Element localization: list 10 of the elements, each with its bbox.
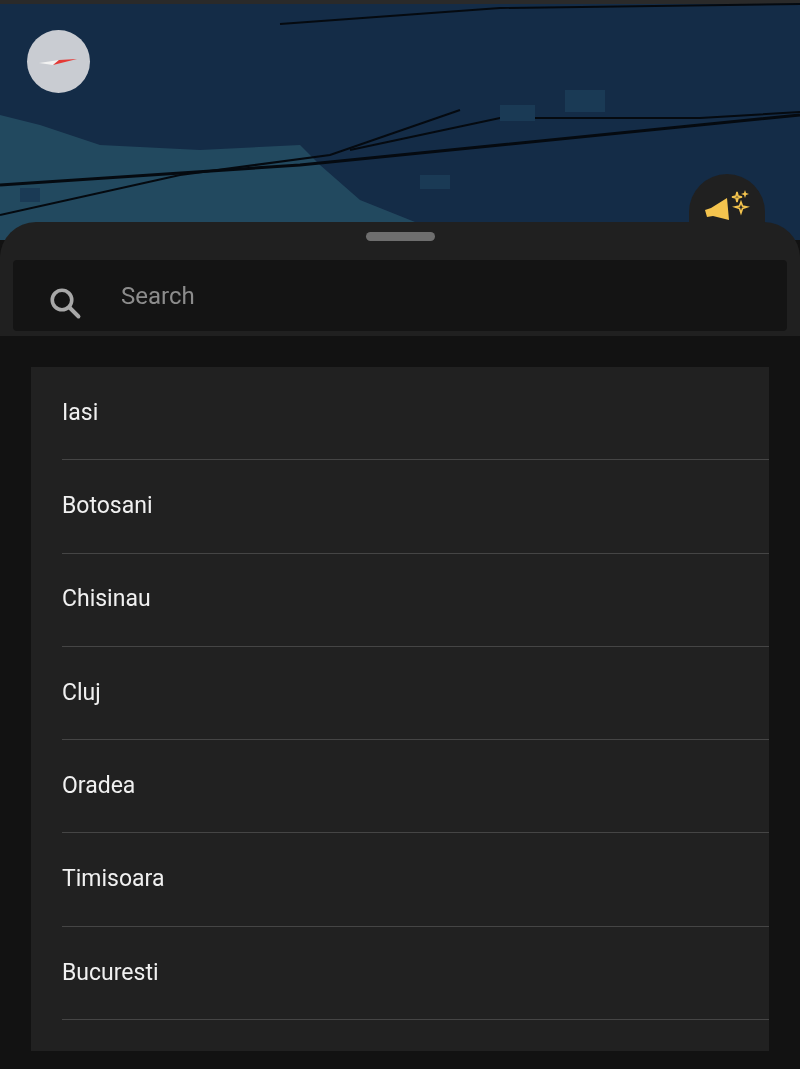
place-item[interactable]: Cluj — [62, 646, 769, 741]
search-field[interactable]: Search — [13, 260, 787, 331]
drag-handle[interactable] — [365, 232, 435, 241]
place-item[interactable]: Botosani — [62, 460, 769, 554]
place-item[interactable]: Timisoara — [62, 833, 769, 927]
place-item[interactable]: Iasi — [62, 367, 769, 461]
place-item[interactable]: Oradea — [62, 740, 769, 834]
search-icon — [47, 285, 83, 321]
place-item[interactable]: Chisinau — [62, 553, 769, 647]
place-item[interactable]: Bucuresti — [62, 926, 769, 1021]
